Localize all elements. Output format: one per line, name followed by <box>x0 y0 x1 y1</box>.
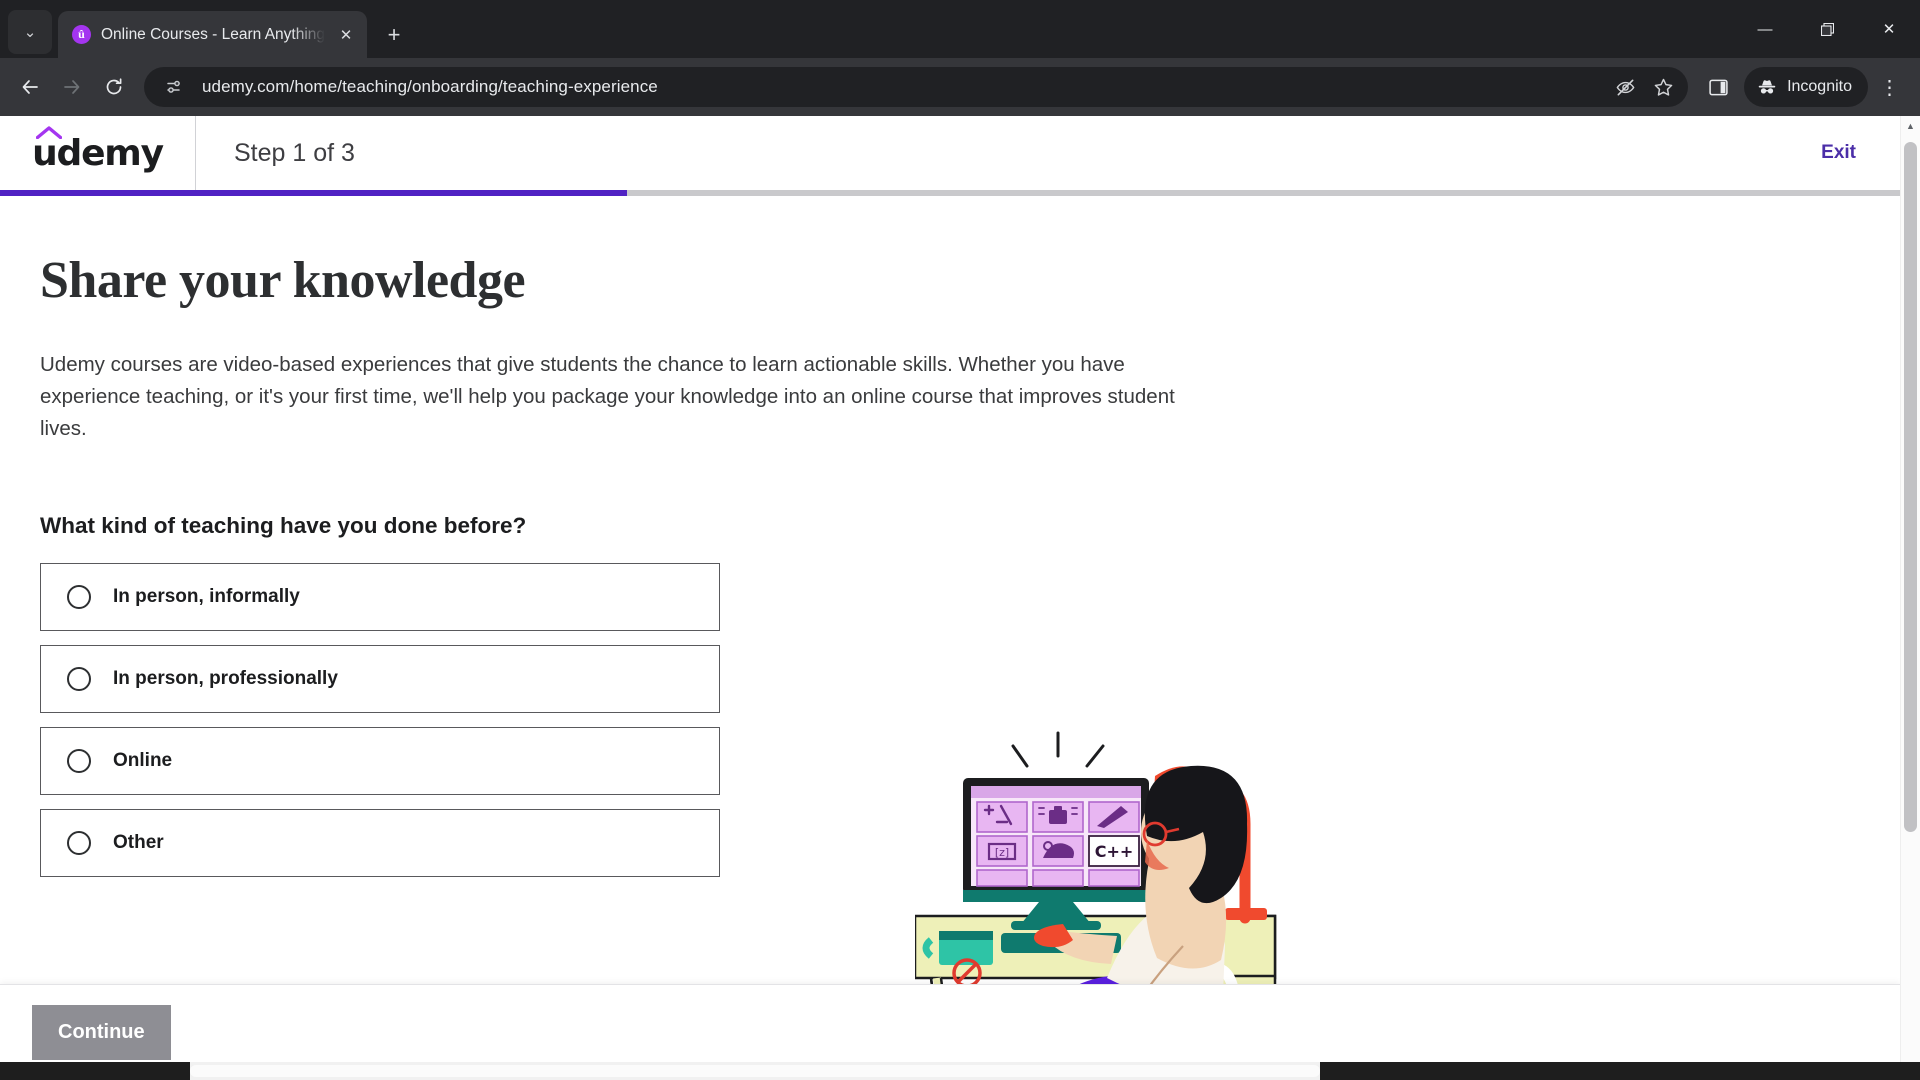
continue-button[interactable]: Continue <box>32 1005 171 1060</box>
maximize-button[interactable] <box>1796 0 1858 58</box>
radio-icon[interactable] <box>67 585 91 610</box>
site-header: udemy Step 1 of 3 Exit <box>0 116 1900 190</box>
browser-window: ⌄ û Online Courses - Learn Anything ✕ + … <box>0 0 1920 1080</box>
eye-slash-icon <box>1616 79 1635 95</box>
udemy-onboarding-page: udemy Step 1 of 3 Exit Share your knowle… <box>0 116 1900 1080</box>
back-arrow-icon <box>22 80 38 94</box>
step-indicator: Step 1 of 3 <box>234 138 355 167</box>
radio-icon[interactable] <box>67 667 91 692</box>
option-other[interactable]: Other <box>40 809 720 878</box>
close-icon[interactable]: ✕ <box>335 24 357 46</box>
option-label: In person, professionally <box>113 668 338 690</box>
udemy-logo-text: udemy <box>32 132 164 174</box>
scroll-up-arrow-icon[interactable]: ▲ <box>1901 116 1920 136</box>
udemy-logo-arc-icon <box>36 125 63 139</box>
tracking-protection-icon[interactable] <box>1608 70 1642 104</box>
incognito-indicator[interactable]: Incognito <box>1744 67 1868 107</box>
scrollbar-end-cap-right <box>1320 1062 1920 1080</box>
star-icon <box>1654 78 1672 96</box>
window-controls: — ✕ <box>1734 0 1920 58</box>
reload-icon <box>106 78 122 95</box>
minimize-button[interactable]: — <box>1734 0 1796 58</box>
option-online[interactable]: Online <box>40 727 720 796</box>
tab-strip: ⌄ û Online Courses - Learn Anything ✕ + … <box>0 0 1920 58</box>
incognito-hat-icon <box>1758 80 1776 94</box>
scrollbar-end-cap-left <box>0 1062 190 1080</box>
new-tab-button[interactable]: + <box>377 18 411 52</box>
chevron-down-icon: ⌄ <box>23 23 37 41</box>
horizontal-scrollbar-thumb[interactable] <box>190 1065 1320 1077</box>
omnibox-actions <box>1608 70 1680 104</box>
vertical-scrollbar[interactable]: ▲ ▼ <box>1900 116 1920 1080</box>
option-in-person-informally[interactable]: In person, informally <box>40 563 720 632</box>
browser-toolbar: udemy.com/home/teaching/onboarding/teach… <box>0 58 1920 116</box>
maximize-icon <box>1820 22 1834 36</box>
url-text: udemy.com/home/teaching/onboarding/teach… <box>202 77 658 96</box>
incognito-label: Incognito <box>1787 78 1852 95</box>
teaching-experience-options: In person, informally In person, profess… <box>40 563 720 878</box>
address-bar[interactable]: udemy.com/home/teaching/onboarding/teach… <box>144 67 1689 107</box>
page-title: Share your knowledge <box>40 252 526 309</box>
forward-arrow-icon <box>64 80 80 94</box>
vertical-scrollbar-thumb[interactable] <box>1904 142 1917 832</box>
tune-icon <box>167 80 180 93</box>
horizontal-scrollbar[interactable] <box>0 1062 1920 1080</box>
side-panel-button[interactable] <box>1698 67 1738 107</box>
site-settings-icon[interactable] <box>158 70 192 104</box>
side-panel-icon <box>1708 79 1728 95</box>
svg-text:[z]: [z] <box>995 846 1009 859</box>
option-label: In person, informally <box>113 586 300 608</box>
exit-link[interactable]: Exit <box>1821 116 1900 190</box>
udemy-favicon-icon: û <box>72 25 91 44</box>
page-viewport: udemy Step 1 of 3 Exit Share your knowle… <box>0 116 1920 1080</box>
forward-button <box>52 67 92 107</box>
option-label: Other <box>113 832 164 854</box>
intro-paragraph: Udemy courses are video-based experience… <box>40 353 1175 441</box>
close-window-button[interactable]: ✕ <box>1858 0 1920 58</box>
udemy-logo[interactable]: udemy <box>0 116 196 190</box>
tab-title: Online Courses - Learn Anything <box>101 25 326 43</box>
radio-icon[interactable] <box>67 831 91 856</box>
tab-search-button[interactable]: ⌄ <box>8 10 52 54</box>
question-heading: What kind of teaching have you done befo… <box>40 513 527 539</box>
back-button[interactable] <box>10 67 50 107</box>
reload-button[interactable] <box>94 67 134 107</box>
browser-menu-button[interactable]: ⋮ <box>1870 67 1910 107</box>
browser-tab[interactable]: û Online Courses - Learn Anything ✕ <box>58 11 368 58</box>
radio-icon[interactable] <box>67 749 91 774</box>
svg-text:C++: C++ <box>1095 842 1134 861</box>
option-label: Online <box>113 750 173 772</box>
option-in-person-professionally[interactable]: In person, professionally <box>40 645 720 714</box>
bookmark-star-icon[interactable] <box>1646 70 1680 104</box>
